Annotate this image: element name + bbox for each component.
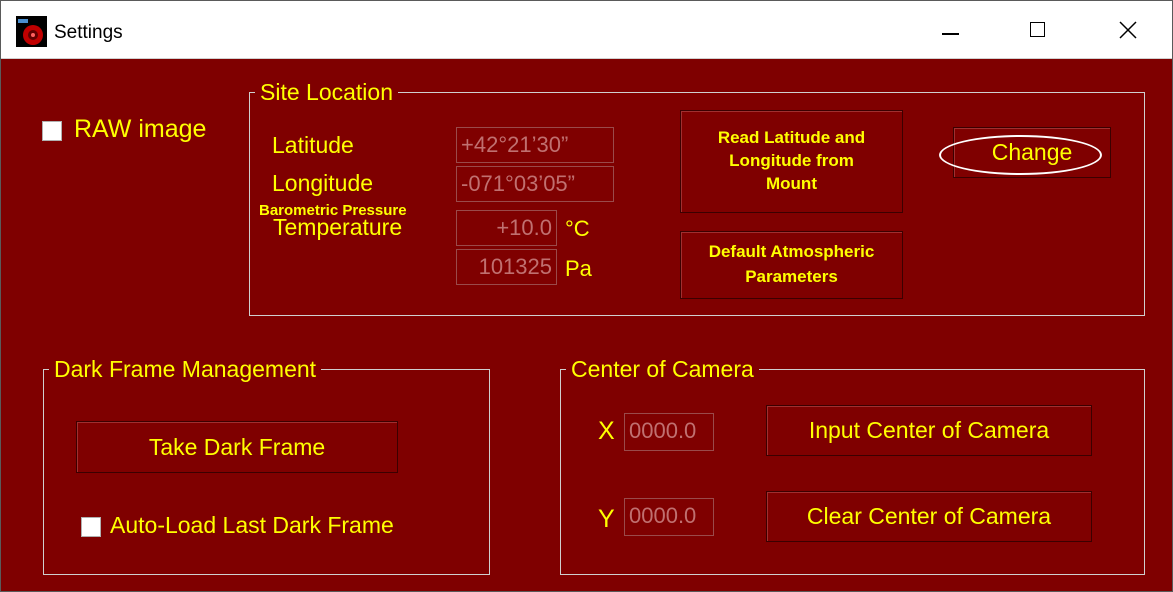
maximize-icon — [1030, 22, 1045, 37]
minimize-button[interactable] — [906, 1, 994, 58]
raw-image-label[interactable]: RAW image — [74, 115, 206, 144]
y-field[interactable]: 0000.0 — [624, 498, 714, 536]
title-bar[interactable]: Settings — [1, 1, 1172, 59]
maximize-button[interactable] — [994, 1, 1082, 58]
auto-load-label[interactable]: Auto-Load Last Dark Frame — [110, 512, 394, 539]
temperature-unit: °C — [565, 216, 590, 241]
input-center-button[interactable]: Input Center of Camera — [766, 405, 1092, 456]
latitude-label: Latitude — [272, 132, 354, 158]
auto-load-checkbox[interactable] — [81, 517, 101, 537]
latitude-field[interactable]: +42°21’30” — [456, 127, 614, 163]
default-atmospheric-button[interactable]: Default Atmospheric Parameters — [680, 231, 903, 299]
take-dark-frame-button[interactable]: Take Dark Frame — [76, 421, 398, 473]
settings-window: Settings RAW image Site Location Latitud… — [0, 0, 1173, 592]
minimize-icon — [942, 33, 959, 35]
pressure-field[interactable]: 101325 — [456, 249, 557, 285]
x-field[interactable]: 0000.0 — [624, 413, 714, 451]
camera-app-icon — [16, 16, 47, 47]
change-button[interactable]: Change — [953, 127, 1111, 178]
window-title: Settings — [54, 22, 123, 43]
clear-center-button[interactable]: Clear Center of Camera — [766, 491, 1092, 542]
dark-frame-title: Dark Frame Management — [49, 356, 322, 383]
y-label: Y — [598, 505, 615, 533]
longitude-label: Longitude — [272, 170, 374, 196]
temperature-field[interactable]: +10.0 — [456, 210, 557, 246]
close-button[interactable] — [1082, 1, 1170, 58]
center-camera-title: Center of Camera — [566, 356, 759, 383]
barometric-pressure-label: Barometric Pressure — [257, 202, 409, 219]
close-icon — [1119, 21, 1137, 39]
raw-image-checkbox[interactable] — [42, 121, 62, 141]
site-location-title: Site Location — [255, 79, 398, 106]
read-lat-long-button[interactable]: Read Latitude and Longitude from Mount — [680, 110, 903, 213]
pressure-unit: Pa — [565, 256, 592, 281]
x-label: X — [598, 417, 615, 445]
center-camera-group — [560, 369, 1145, 575]
longitude-field[interactable]: -071°03’05” — [456, 166, 614, 202]
